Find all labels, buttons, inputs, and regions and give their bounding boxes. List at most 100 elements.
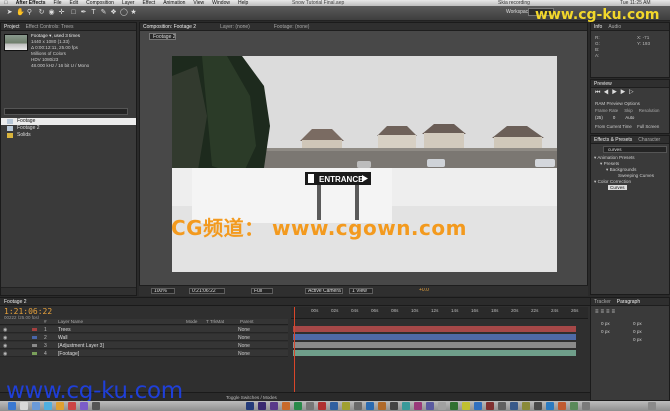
- app-icon[interactable]: [462, 402, 470, 410]
- app-icon[interactable]: [438, 402, 446, 410]
- app-icon[interactable]: [582, 402, 590, 410]
- after-effects-icon[interactable]: [258, 402, 266, 410]
- app-icon[interactable]: [450, 402, 458, 410]
- app-icon[interactable]: [378, 402, 386, 410]
- layer-row-wall[interactable]: ◉ 2 Wall None: [0, 334, 288, 341]
- app-icon[interactable]: [534, 402, 542, 410]
- layer-row-trees[interactable]: ◉ 1 Trees None: [0, 326, 288, 333]
- puppet-tool-icon[interactable]: ★: [130, 9, 137, 17]
- rotate-tool-icon[interactable]: ↻: [38, 9, 45, 17]
- justify-icon[interactable]: ≡: [612, 309, 618, 315]
- app-icon[interactable]: [402, 402, 410, 410]
- ram-preview-icon[interactable]: ▷: [628, 90, 636, 96]
- app-icon[interactable]: [414, 402, 422, 410]
- app-icon[interactable]: [390, 402, 398, 410]
- ram-preview-options[interactable]: RAM Preview Options: [595, 101, 640, 106]
- app-icon[interactable]: [498, 402, 506, 410]
- space-after-value[interactable]: 0 px: [633, 328, 642, 336]
- layer-name[interactable]: Wall: [58, 335, 68, 341]
- selection-tool-icon[interactable]: ➤: [6, 9, 13, 17]
- tab-layer[interactable]: Layer: (none): [220, 24, 250, 30]
- tab-project[interactable]: Project: [4, 24, 20, 30]
- trash-icon[interactable]: [648, 402, 656, 410]
- layer-row-adjustment[interactable]: ◉ 3 [Adjustment Layer 3] None: [0, 342, 288, 349]
- current-time-field[interactable]: 0:21:06:22: [189, 288, 225, 294]
- rectangle-tool-icon[interactable]: □: [70, 9, 77, 17]
- app-icon[interactable]: [342, 402, 350, 410]
- app-icon[interactable]: [330, 402, 338, 410]
- app-icon[interactable]: [474, 402, 482, 410]
- eye-icon[interactable]: ◉: [3, 351, 7, 357]
- app-icon[interactable]: [294, 402, 302, 410]
- exposure-value[interactable]: +0.0: [417, 288, 437, 294]
- full-screen-checkbox[interactable]: Full Screen: [637, 124, 659, 129]
- eye-icon[interactable]: ◉: [3, 343, 7, 349]
- tab-footage[interactable]: Footage: (none): [274, 24, 310, 30]
- app-icon[interactable]: [546, 402, 554, 410]
- tab-audio[interactable]: Audio: [608, 24, 621, 30]
- app-icon[interactable]: [510, 402, 518, 410]
- app-icon[interactable]: [426, 402, 434, 410]
- parent-select[interactable]: None: [238, 327, 250, 333]
- layer-name[interactable]: [Footage]: [58, 351, 79, 357]
- app-icon[interactable]: [570, 402, 578, 410]
- parent-select[interactable]: None: [238, 343, 250, 349]
- project-item-solids[interactable]: Solids: [1, 132, 136, 139]
- first-line-value[interactable]: 0 px: [633, 336, 642, 344]
- space-before-value[interactable]: 0 px: [601, 328, 610, 336]
- tab-effects-presets[interactable]: Effects & Presets: [594, 137, 632, 143]
- label-color-swatch[interactable]: [32, 344, 37, 347]
- pen-tool-icon[interactable]: ✒: [80, 9, 87, 17]
- layer-bar-trees[interactable]: [293, 326, 576, 332]
- label-color-swatch[interactable]: [32, 336, 37, 339]
- parent-select[interactable]: None: [238, 335, 250, 341]
- frame-rate-select[interactable]: (25): [595, 115, 603, 120]
- app-icon[interactable]: [366, 402, 374, 410]
- app-icon[interactable]: [522, 402, 530, 410]
- resolution-value-select[interactable]: Auto: [625, 115, 634, 120]
- preview-icon[interactable]: [92, 402, 100, 410]
- indent-right-value[interactable]: 0 px: [633, 320, 642, 328]
- tab-composition[interactable]: Composition: Footage 2: [143, 24, 196, 30]
- resolution-select[interactable]: Full: [251, 288, 273, 294]
- tree-curves[interactable]: Curves: [608, 185, 627, 190]
- photoshop-icon[interactable]: [246, 402, 254, 410]
- tab-info[interactable]: Info: [594, 24, 602, 30]
- layer-bar-footage[interactable]: [293, 350, 576, 356]
- app-icon[interactable]: [558, 402, 566, 410]
- calendar-icon[interactable]: [68, 402, 76, 410]
- time-ruler[interactable]: 00s 02s 04s 06s 08s 10s 12s 14s 16s 18s …: [291, 307, 588, 319]
- layer-row-footage[interactable]: ◉ 4 [Footage] None: [0, 350, 288, 357]
- view-layout-select[interactable]: 1 View: [349, 288, 373, 294]
- playhead[interactable]: [294, 307, 295, 401]
- camera-select[interactable]: Active Camera: [305, 288, 343, 294]
- from-current-time-checkbox[interactable]: From Current Time: [595, 124, 632, 129]
- parent-select[interactable]: None: [238, 351, 250, 357]
- finder-icon[interactable]: [8, 402, 16, 410]
- brush-tool-icon[interactable]: ✎: [100, 9, 107, 17]
- play-icon[interactable]: ▶: [612, 90, 620, 96]
- layer-bar-adjustment[interactable]: [293, 342, 576, 348]
- layer-name[interactable]: [Adjustment Layer 3]: [58, 343, 104, 349]
- text-tool-icon[interactable]: T: [90, 9, 97, 17]
- app-icon[interactable]: [486, 402, 494, 410]
- effects-search-input[interactable]: curves: [603, 146, 667, 153]
- app-icon[interactable]: [354, 402, 362, 410]
- tab-effect-controls[interactable]: Effect Controls: Trees: [26, 24, 74, 30]
- tab-paragraph[interactable]: Paragraph: [617, 299, 640, 305]
- eye-icon[interactable]: ◉: [3, 327, 7, 333]
- tab-tracker[interactable]: Tracker: [594, 299, 611, 305]
- eye-icon[interactable]: ◉: [3, 335, 7, 341]
- ichat-icon[interactable]: [56, 402, 64, 410]
- project-search-input[interactable]: [4, 108, 128, 115]
- system-preferences-icon[interactable]: [306, 402, 314, 410]
- toggle-switches-modes[interactable]: Toggle Switches / Modes: [226, 395, 277, 400]
- prev-frame-icon[interactable]: ◀: [603, 90, 611, 96]
- label-color-swatch[interactable]: [32, 328, 37, 331]
- hand-tool-icon[interactable]: ✋: [16, 9, 25, 17]
- eraser-tool-icon[interactable]: ◯: [120, 9, 128, 17]
- layer-bar-wall[interactable]: [293, 334, 576, 340]
- zoom-select[interactable]: 100%: [151, 288, 175, 294]
- premiere-icon[interactable]: [270, 402, 278, 410]
- clone-tool-icon[interactable]: ❖: [110, 9, 117, 17]
